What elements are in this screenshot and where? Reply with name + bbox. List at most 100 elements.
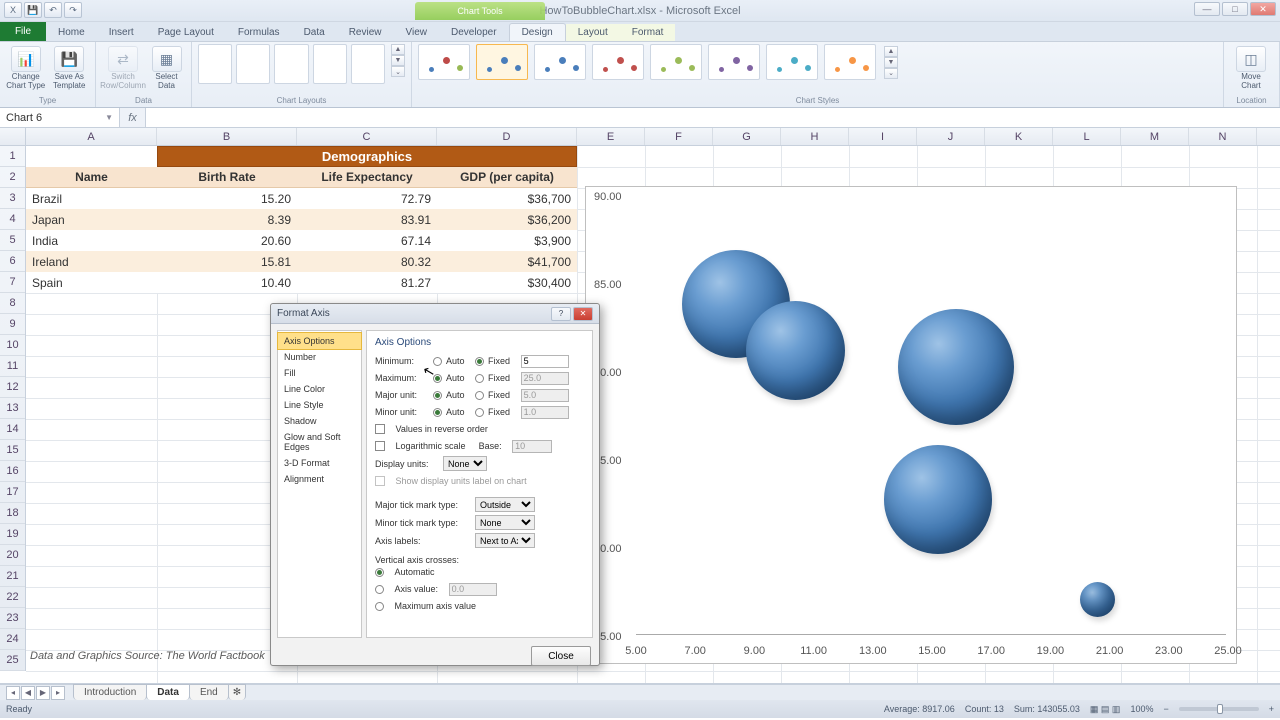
row-header-22[interactable]: 22 xyxy=(0,587,25,608)
row-header-21[interactable]: 21 xyxy=(0,566,25,587)
data-cell[interactable]: Japan xyxy=(26,209,157,230)
max-fixed-radio[interactable] xyxy=(475,374,484,383)
sheet-nav-first[interactable]: ◂ xyxy=(6,686,20,700)
dialog-side-item[interactable]: Line Style xyxy=(278,397,361,413)
data-cell[interactable]: $36,700 xyxy=(437,188,577,209)
layouts-scroll-down[interactable]: ▼ xyxy=(391,55,405,66)
worksheet-grid[interactable]: ABCDEFGHIJKLMN 1234567891011121314151617… xyxy=(0,128,1280,684)
tab-format[interactable]: Format xyxy=(620,24,676,41)
zoom-out[interactable]: − xyxy=(1163,704,1168,714)
data-cell[interactable]: India xyxy=(26,230,157,251)
minor-fixed-radio[interactable] xyxy=(475,408,484,417)
chart-style-thumb[interactable] xyxy=(418,44,470,80)
row-header-23[interactable]: 23 xyxy=(0,608,25,629)
row-header-20[interactable]: 20 xyxy=(0,545,25,566)
dialog-side-item[interactable]: 3-D Format xyxy=(278,455,361,471)
bubble-ireland[interactable] xyxy=(898,309,1014,425)
row-header-11[interactable]: 11 xyxy=(0,356,25,377)
data-cell[interactable]: 80.32 xyxy=(297,251,437,272)
col-header-K[interactable]: K xyxy=(985,128,1053,145)
tab-formulas[interactable]: Formulas xyxy=(226,24,292,41)
col-header-A[interactable]: A xyxy=(26,128,157,145)
dialog-side-item[interactable]: Glow and Soft Edges xyxy=(278,429,361,455)
data-cell[interactable]: $3,900 xyxy=(437,230,577,251)
dialog-side-item[interactable]: Alignment xyxy=(278,471,361,487)
tab-developer[interactable]: Developer xyxy=(439,24,509,41)
redo-icon[interactable]: ↷ xyxy=(64,2,82,18)
display-units-select[interactable]: None xyxy=(443,456,487,471)
crosses-auto-radio[interactable] xyxy=(375,568,384,577)
minor-tick-select[interactable]: None xyxy=(475,515,535,530)
bubble-spain[interactable] xyxy=(746,301,845,400)
row-header-3[interactable]: 3 xyxy=(0,188,25,209)
chart-style-thumb[interactable] xyxy=(708,44,760,80)
sheet-tab-introduction[interactable]: Introduction xyxy=(73,684,147,700)
chart-style-thumb[interactable] xyxy=(766,44,818,80)
row-header-25[interactable]: 25 xyxy=(0,650,25,671)
min-auto-radio[interactable] xyxy=(433,357,442,366)
col-header-C[interactable]: C xyxy=(297,128,437,145)
styles-scroll[interactable]: ▼ xyxy=(884,57,898,68)
row-header-7[interactable]: 7 xyxy=(0,272,25,293)
sheet-nav-last[interactable]: ▸ xyxy=(51,686,65,700)
new-sheet-button[interactable]: ✻ xyxy=(228,684,246,700)
sheet-nav-prev[interactable]: ◀ xyxy=(21,686,35,700)
data-cell[interactable]: 83.91 xyxy=(297,209,437,230)
sheet-tab-end[interactable]: End xyxy=(189,684,229,700)
name-box[interactable]: Chart 6▼ xyxy=(0,108,120,127)
row-header-14[interactable]: 14 xyxy=(0,419,25,440)
tab-view[interactable]: View xyxy=(393,24,439,41)
zoom-level[interactable]: 100% xyxy=(1130,704,1153,714)
sheet-tab-data[interactable]: Data xyxy=(146,684,190,700)
tab-page-layout[interactable]: Page Layout xyxy=(146,24,226,41)
col-header-N[interactable]: N xyxy=(1189,128,1257,145)
maximize-button[interactable]: □ xyxy=(1222,2,1248,16)
save-as-template-button[interactable]: 💾Save AsTemplate xyxy=(50,46,90,91)
col-header-L[interactable]: L xyxy=(1053,128,1121,145)
row-header-6[interactable]: 6 xyxy=(0,251,25,272)
row-header-4[interactable]: 4 xyxy=(0,209,25,230)
data-cell[interactable]: 15.81 xyxy=(157,251,297,272)
row-header-5[interactable]: 5 xyxy=(0,230,25,251)
chart-style-thumb[interactable] xyxy=(476,44,528,80)
dialog-side-item[interactable]: Axis Options xyxy=(277,332,362,350)
save-icon[interactable]: 💾 xyxy=(24,2,42,18)
bubble-brazil[interactable] xyxy=(884,445,993,554)
chart-style-thumb[interactable] xyxy=(650,44,702,80)
col-header-B[interactable]: B xyxy=(157,128,297,145)
dialog-side-item[interactable]: Line Color xyxy=(278,381,361,397)
dialog-close-x[interactable]: ✕ xyxy=(573,307,593,321)
row-header-12[interactable]: 12 xyxy=(0,377,25,398)
min-value-input[interactable] xyxy=(521,355,569,368)
data-cell[interactable]: Brazil xyxy=(26,188,157,209)
bubble-chart[interactable]: 65.0070.0075.0080.0085.0090.00 5.007.009… xyxy=(585,186,1237,664)
styles-scroll[interactable]: ▲ xyxy=(884,46,898,57)
row-header-18[interactable]: 18 xyxy=(0,503,25,524)
data-cell[interactable]: 10.40 xyxy=(157,272,297,293)
minor-auto-radio[interactable] xyxy=(433,408,442,417)
row-header-2[interactable]: 2 xyxy=(0,167,25,188)
row-header-15[interactable]: 15 xyxy=(0,440,25,461)
close-button[interactable]: ✕ xyxy=(1250,2,1276,16)
layouts-more[interactable]: ⌄ xyxy=(391,66,405,77)
row-header-13[interactable]: 13 xyxy=(0,398,25,419)
data-cell[interactable]: 15.20 xyxy=(157,188,297,209)
chart-layouts-gallery[interactable]: ▲▼⌄ xyxy=(198,44,405,84)
chart-style-thumb[interactable] xyxy=(534,44,586,80)
col-header-D[interactable]: D xyxy=(437,128,577,145)
col-header-H[interactable]: H xyxy=(781,128,849,145)
fx-icon[interactable]: fx xyxy=(120,108,146,127)
data-cell[interactable]: 20.60 xyxy=(157,230,297,251)
row-header-10[interactable]: 10 xyxy=(0,335,25,356)
tab-design[interactable]: Design xyxy=(509,23,566,41)
tab-insert[interactable]: Insert xyxy=(97,24,146,41)
minimize-button[interactable]: — xyxy=(1194,2,1220,16)
row-header-24[interactable]: 24 xyxy=(0,629,25,650)
data-cell[interactable]: Ireland xyxy=(26,251,157,272)
min-fixed-radio[interactable] xyxy=(475,357,484,366)
layouts-scroll-up[interactable]: ▲ xyxy=(391,44,405,55)
dialog-close-button[interactable]: Close xyxy=(531,646,591,666)
major-auto-radio[interactable] xyxy=(433,391,442,400)
row-header-8[interactable]: 8 xyxy=(0,293,25,314)
axis-labels-select[interactable]: Next to Axis xyxy=(475,533,535,548)
